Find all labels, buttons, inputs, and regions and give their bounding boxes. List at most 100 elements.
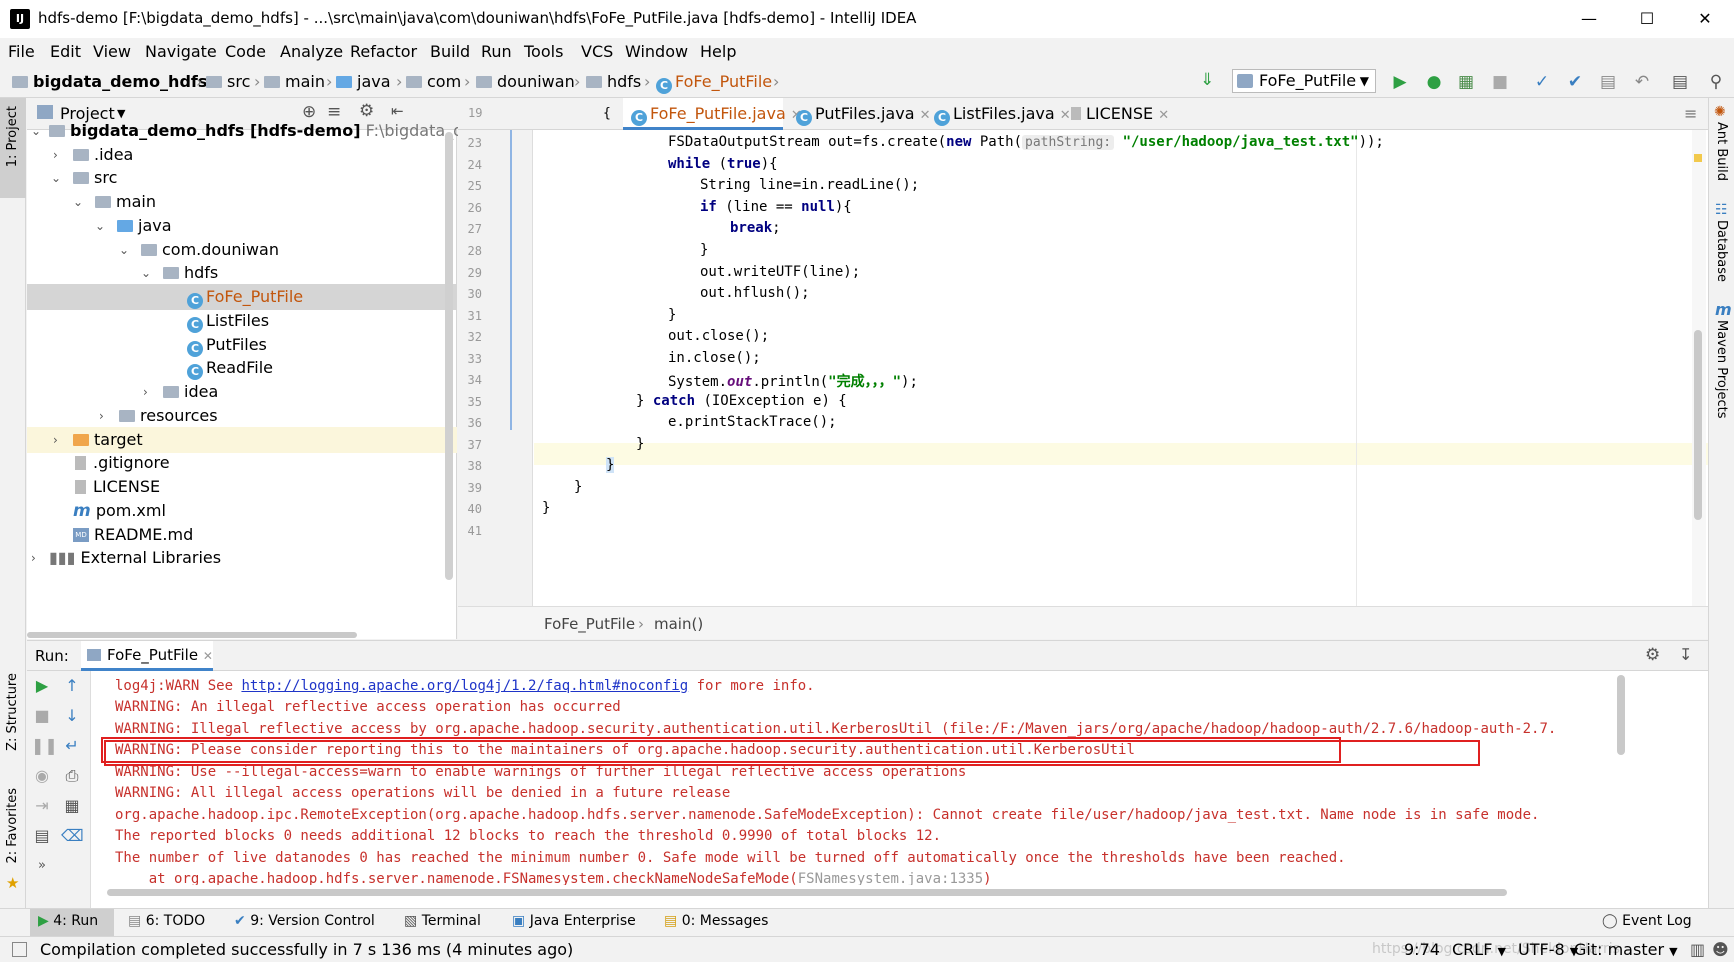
editor-scrollbar-thumb[interactable] xyxy=(1694,330,1702,520)
gear-icon[interactable]: ⚙ xyxy=(1645,645,1660,665)
menu-window[interactable]: Window xyxy=(625,42,688,61)
code-line-32[interactable]: out.close(); xyxy=(668,328,769,344)
code-line-27[interactable]: break; xyxy=(730,220,781,236)
chevron-down-icon[interactable]: ⌄ xyxy=(31,118,41,144)
tree-item-readfile[interactable]: C ReadFile xyxy=(27,355,457,381)
code-line-29[interactable]: out.writeUTF(line); xyxy=(700,264,860,280)
tree-item-license[interactable]: LICENSE xyxy=(27,474,457,500)
close-icon[interactable]: ✕ xyxy=(1676,0,1734,38)
breadcrumb-hdfs[interactable]: hdfs xyxy=(586,72,641,91)
tree-item-java[interactable]: ⌄ java xyxy=(27,213,457,239)
vcs-commit-icon[interactable]: ✔ xyxy=(1563,70,1587,94)
camera-icon[interactable]: ◉ xyxy=(31,765,53,787)
code-line-39[interactable]: } xyxy=(574,479,582,495)
tree-item-src[interactable]: ⌄ src xyxy=(27,165,457,191)
code-line-38[interactable]: } xyxy=(606,457,615,473)
chevron-down-icon[interactable]: ⌄ xyxy=(51,165,61,191)
event-log-tab[interactable]: ◯ Event Log xyxy=(1602,913,1692,929)
run-config-select[interactable]: FoFe_PutFile ▼ xyxy=(1232,69,1376,93)
tab-putfiles[interactable]: C PutFiles.java ✕ xyxy=(788,98,931,130)
tree-item-hdfs[interactable]: ⌄ hdfs xyxy=(27,260,457,286)
tool-tab-terminal[interactable]: ▧ Terminal xyxy=(404,913,481,929)
output-vertical-scrollbar[interactable] xyxy=(1617,675,1625,755)
run-icon[interactable]: ▶ xyxy=(1388,70,1412,94)
git-branch[interactable]: Git: master ▼ xyxy=(1574,940,1678,959)
vcs-history-icon[interactable]: ▤ xyxy=(1596,70,1620,94)
rerun-icon[interactable]: ▶ xyxy=(31,675,53,697)
tree-item-main[interactable]: ⌄ main xyxy=(27,189,457,215)
project-horizontal-scrollbar[interactable] xyxy=(27,632,357,638)
scroll-up-icon[interactable]: ↑ xyxy=(61,675,83,697)
code-line-40[interactable]: } xyxy=(542,500,550,516)
code-line-35[interactable]: } catch (IOException e) { xyxy=(636,393,847,409)
maximize-icon[interactable]: ☐ xyxy=(1618,0,1676,38)
soft-wrap-icon[interactable]: ↵ xyxy=(61,735,83,757)
file-encoding[interactable]: UTF-8 ▼ xyxy=(1518,940,1578,959)
tool-tab-todo[interactable]: ▤ 6: TODO xyxy=(128,913,205,929)
breadcrumb-douniwan[interactable]: douniwan xyxy=(476,72,575,91)
crumb-method[interactable]: main() xyxy=(654,615,703,633)
tab-license[interactable]: LICENSE ✕ xyxy=(1063,98,1173,130)
chevron-down-icon[interactable]: ⌄ xyxy=(73,189,83,215)
breadcrumb-com[interactable]: com xyxy=(406,72,461,91)
tree-item-gitignore[interactable]: .gitignore xyxy=(27,450,457,476)
code-line-30[interactable]: out.hflush(); xyxy=(700,285,810,301)
structure-tool-tab[interactable]: Z: Structure xyxy=(5,673,20,751)
project-vertical-scrollbar[interactable] xyxy=(445,132,453,580)
menu-build[interactable]: Build xyxy=(430,42,470,61)
vcs-update-icon[interactable]: ✓ xyxy=(1530,70,1554,94)
menu-vcs[interactable]: VCS xyxy=(581,42,613,61)
tool-tab-version-control[interactable]: ✔ 9: Version Control xyxy=(234,913,375,929)
minimize-icon[interactable]: — xyxy=(1560,0,1618,38)
tab-list-icon[interactable]: ≡ xyxy=(1684,104,1697,123)
code-line-34[interactable]: System.out.println("完成，，，"); xyxy=(668,371,918,391)
stop-icon[interactable]: ■ xyxy=(1488,70,1512,94)
code-line-24[interactable]: while (true){ xyxy=(668,156,778,172)
menu-run[interactable]: Run xyxy=(481,42,512,61)
coverage-icon[interactable]: ▦ xyxy=(1454,70,1478,94)
breadcrumb-project[interactable]: bigdata_demo_hdfs xyxy=(12,72,207,91)
code-line-37[interactable]: } xyxy=(636,436,644,452)
breadcrumb-src[interactable]: src xyxy=(206,72,250,91)
caret-position[interactable]: 9:74 xyxy=(1404,940,1440,959)
tree-item-idea-pkg[interactable]: › idea xyxy=(27,379,457,405)
chevron-down-icon[interactable]: ⌄ xyxy=(95,213,105,239)
tab-listfiles[interactable]: C ListFiles.java ✕ xyxy=(926,98,1071,130)
ant-build-tab[interactable]: Ant Build xyxy=(1714,122,1729,181)
menu-navigate[interactable]: Navigate xyxy=(145,42,217,61)
code-line-31[interactable]: } xyxy=(668,307,676,323)
code-line-26[interactable]: if (line == null){ xyxy=(700,199,852,215)
tool-windows-icon[interactable] xyxy=(12,942,27,957)
tree-item-resources[interactable]: › resources xyxy=(27,403,457,429)
output-link[interactable]: http://logging.apache.org/log4j/1.2/faq.… xyxy=(241,678,688,694)
code-line-23[interactable]: FSDataOutputStream out=fs.create(new Pat… xyxy=(668,134,1384,150)
breadcrumb-file[interactable]: C FoFe_PutFile xyxy=(656,72,772,94)
menu-help[interactable]: Help xyxy=(700,42,736,61)
chevron-right-icon[interactable]: › xyxy=(143,379,148,405)
tool-tab-messages[interactable]: ▤ 0: Messages xyxy=(664,913,768,929)
close-tab-icon[interactable]: ✕ xyxy=(1158,108,1169,123)
print-icon[interactable]: ⎙ xyxy=(61,765,83,787)
run-tab[interactable]: FoFe_PutFile ✕ xyxy=(81,641,213,671)
search-icon[interactable]: ⚲ xyxy=(1704,70,1728,94)
trash-icon[interactable]: ⌫ xyxy=(61,825,84,847)
chevron-down-icon[interactable]: ⌄ xyxy=(141,260,151,286)
breadcrumb-java[interactable]: java xyxy=(336,72,391,91)
menu-view[interactable]: View xyxy=(93,42,131,61)
project-structure-icon[interactable]: ▤ xyxy=(1668,70,1692,94)
menu-tools[interactable]: Tools xyxy=(524,42,563,61)
line-separator[interactable]: CRLF ▼ xyxy=(1452,940,1506,959)
pause-icon[interactable]: ❚❚ xyxy=(31,735,58,757)
clear-icon[interactable]: ▦ xyxy=(61,795,83,817)
project-tool-tab[interactable]: 1: Project xyxy=(5,106,20,167)
debug-icon[interactable]: ● xyxy=(1422,70,1446,94)
exit-icon[interactable]: ⇥ xyxy=(31,795,53,817)
revert-icon[interactable]: ↶ xyxy=(1630,70,1654,94)
hide-panel-icon[interactable]: ↧ xyxy=(1679,645,1692,664)
code-line-25[interactable]: String line=in.readLine(); xyxy=(700,177,919,193)
tree-item-project-root[interactable]: ⌄ bigdata_demo_hdfs [hdfs-demo] F:\bigda… xyxy=(27,118,507,144)
code-line-28[interactable]: } xyxy=(700,242,708,258)
output-horizontal-scrollbar[interactable] xyxy=(107,889,1507,896)
menu-code[interactable]: Code xyxy=(225,42,266,61)
chevron-right-icon[interactable]: › xyxy=(99,403,104,429)
